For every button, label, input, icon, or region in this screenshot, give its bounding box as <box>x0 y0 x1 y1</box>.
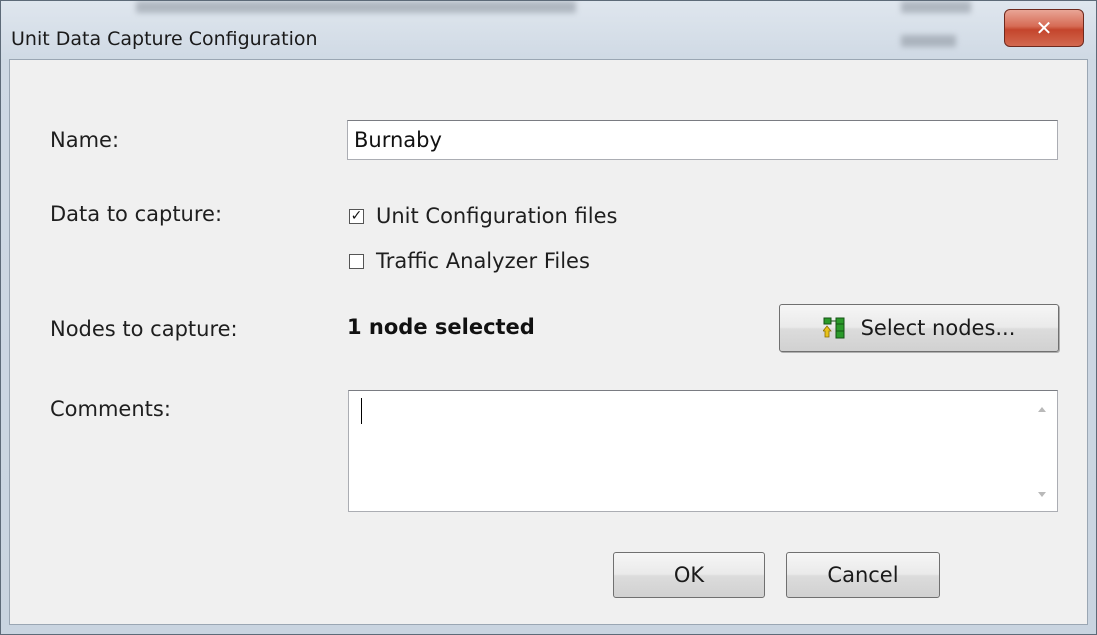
ok-button[interactable]: OK <box>613 552 765 598</box>
checkbox-label: Unit Configuration files <box>376 204 618 228</box>
dialog-window: Unit Data Capture Configuration ✕ Name: … <box>0 0 1097 635</box>
checkbox-label: Traffic Analyzer Files <box>376 249 590 273</box>
scroll-down-arrow-icon[interactable] <box>1038 492 1046 497</box>
text-caret <box>361 398 362 424</box>
traffic-analyzer-files-checkbox[interactable]: Traffic Analyzer Files <box>349 249 590 273</box>
tree-nodes-icon <box>822 317 845 339</box>
select-nodes-label: Select nodes... <box>860 316 1016 340</box>
window-title: Unit Data Capture Configuration <box>11 28 318 50</box>
close-icon: ✕ <box>1035 16 1053 40</box>
name-label: Name: <box>50 128 120 152</box>
name-input[interactable] <box>347 120 1058 160</box>
close-button[interactable]: ✕ <box>1004 9 1084 47</box>
scroll-up-arrow-icon[interactable] <box>1038 407 1046 412</box>
nodes-selected-count: 1 node selected <box>347 315 535 339</box>
background-window-text <box>136 1 576 13</box>
background-window-text <box>901 35 956 47</box>
comments-scrollbar[interactable] <box>1028 391 1057 511</box>
comments-textarea[interactable] <box>348 390 1058 512</box>
unit-config-files-checkbox[interactable]: ✓ Unit Configuration files <box>349 204 617 228</box>
comments-label: Comments: <box>50 397 171 421</box>
dialog-body: Name: Data to capture: ✓ Unit Configurat… <box>9 59 1088 625</box>
checkbox-unchecked[interactable] <box>349 253 364 269</box>
data-to-capture-label: Data to capture: <box>50 202 223 226</box>
select-nodes-button[interactable]: Select nodes... <box>779 304 1059 352</box>
background-window-text <box>901 1 971 13</box>
cancel-button[interactable]: Cancel <box>786 552 940 598</box>
nodes-to-capture-label: Nodes to capture: <box>50 317 238 341</box>
checkbox-checked[interactable]: ✓ <box>349 208 364 224</box>
